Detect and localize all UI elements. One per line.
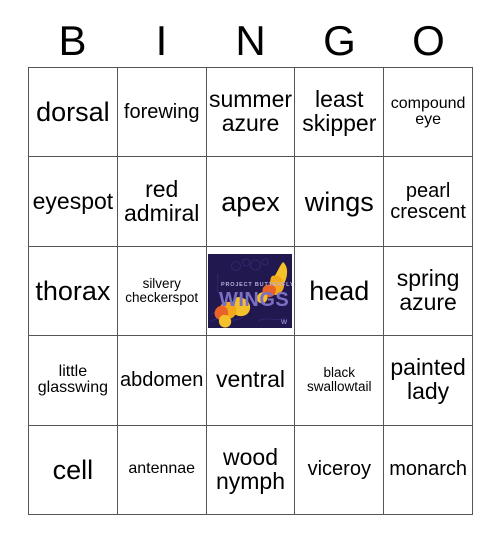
bingo-cell-label: black swallowtail xyxy=(307,365,372,395)
bingo-cell-label: pearl crescent xyxy=(390,179,466,223)
bingo-cell-label: silvery checkerspot xyxy=(125,275,199,305)
bingo-cell[interactable]: pearl crescent xyxy=(384,157,473,247)
bingo-free-space-cell[interactable]: PROJECT BUTTERFLY WINGS W xyxy=(206,246,296,337)
bingo-cell[interactable]: black swallowtail xyxy=(295,336,385,426)
project-butterfly-wings-logo: PROJECT BUTTERFLY WINGS W xyxy=(208,253,293,328)
bingo-cell-label: spring azure xyxy=(396,265,460,315)
bingo-cell-label: viceroy xyxy=(307,458,371,481)
bingo-cell-label: red admiral xyxy=(123,175,200,226)
bingo-cell[interactable]: summer azure xyxy=(206,68,296,158)
bingo-cell-label: summer azure xyxy=(208,86,293,137)
bingo-cell[interactable]: abdomen xyxy=(117,336,207,426)
bingo-cell-label: apex xyxy=(221,186,280,217)
bingo-cell[interactable]: dorsal xyxy=(29,68,118,158)
wings-logo-svg: PROJECT BUTTERFLY WINGS W xyxy=(208,253,293,328)
bingo-cell-label: antennae xyxy=(128,460,196,478)
bingo-cell-label: wood nymph xyxy=(215,443,286,494)
bingo-cell[interactable]: spring azure xyxy=(384,246,473,337)
bingo-cell[interactable]: apex xyxy=(206,157,296,247)
bingo-cell[interactable]: viceroy xyxy=(295,425,385,515)
bingo-cell-label: thorax xyxy=(35,275,111,306)
header-letter-n: N xyxy=(235,16,266,64)
bingo-cell-label: head xyxy=(309,275,370,306)
bingo-cell-label: ventral xyxy=(215,366,286,393)
bingo-card: B I N G O dorsal forewing summer azure l… xyxy=(0,0,500,544)
bingo-cell-label: painted lady xyxy=(390,354,466,405)
logo-tagline: PROJECT BUTTERFLY xyxy=(221,282,292,288)
bingo-cell[interactable]: wings xyxy=(295,157,385,247)
bingo-cell-label: cell xyxy=(52,454,94,485)
bingo-cell[interactable]: compound eye xyxy=(384,68,473,158)
bingo-grid: dorsal forewing summer azure least skipp… xyxy=(28,67,473,515)
bingo-cell[interactable]: wood nymph xyxy=(206,425,296,515)
bingo-cell-label: wings xyxy=(304,186,374,217)
bingo-cell[interactable]: painted lady xyxy=(384,336,473,426)
bingo-cell-label: least skipper xyxy=(302,86,377,137)
bingo-cell[interactable]: little glasswing xyxy=(29,336,118,426)
bingo-cell[interactable]: monarch xyxy=(384,425,473,515)
logo-corner-mark: W xyxy=(281,319,288,326)
bingo-cell[interactable]: thorax xyxy=(29,246,118,337)
header-letter-o: O xyxy=(412,16,445,64)
logo-wordmark: WINGS xyxy=(219,289,289,311)
bingo-cell[interactable]: antennae xyxy=(117,425,207,515)
bingo-cell-label: little glasswing xyxy=(37,362,109,397)
bingo-cell[interactable]: head xyxy=(295,246,385,337)
bingo-cell-label: compound eye xyxy=(390,94,466,129)
bingo-cell-label: abdomen xyxy=(119,368,204,391)
bingo-cell-label: dorsal xyxy=(36,97,110,128)
bingo-cell-label: eyespot xyxy=(32,187,114,214)
bingo-cell[interactable]: least skipper xyxy=(295,68,385,158)
bingo-cell[interactable]: cell xyxy=(29,425,118,515)
bingo-cell[interactable]: forewing xyxy=(117,68,207,158)
bingo-cell-label: monarch xyxy=(389,458,467,481)
bingo-cell[interactable]: eyespot xyxy=(29,157,118,247)
bingo-header: B I N G O xyxy=(28,14,473,67)
bingo-cell-label: forewing xyxy=(123,100,200,123)
header-letter-g: G xyxy=(323,16,356,64)
bingo-cell[interactable]: silvery checkerspot xyxy=(117,246,207,337)
header-letter-b: B xyxy=(58,16,87,64)
bingo-cell[interactable]: red admiral xyxy=(117,157,207,247)
header-letter-i: I xyxy=(155,16,168,64)
bingo-cell[interactable]: ventral xyxy=(206,336,296,426)
